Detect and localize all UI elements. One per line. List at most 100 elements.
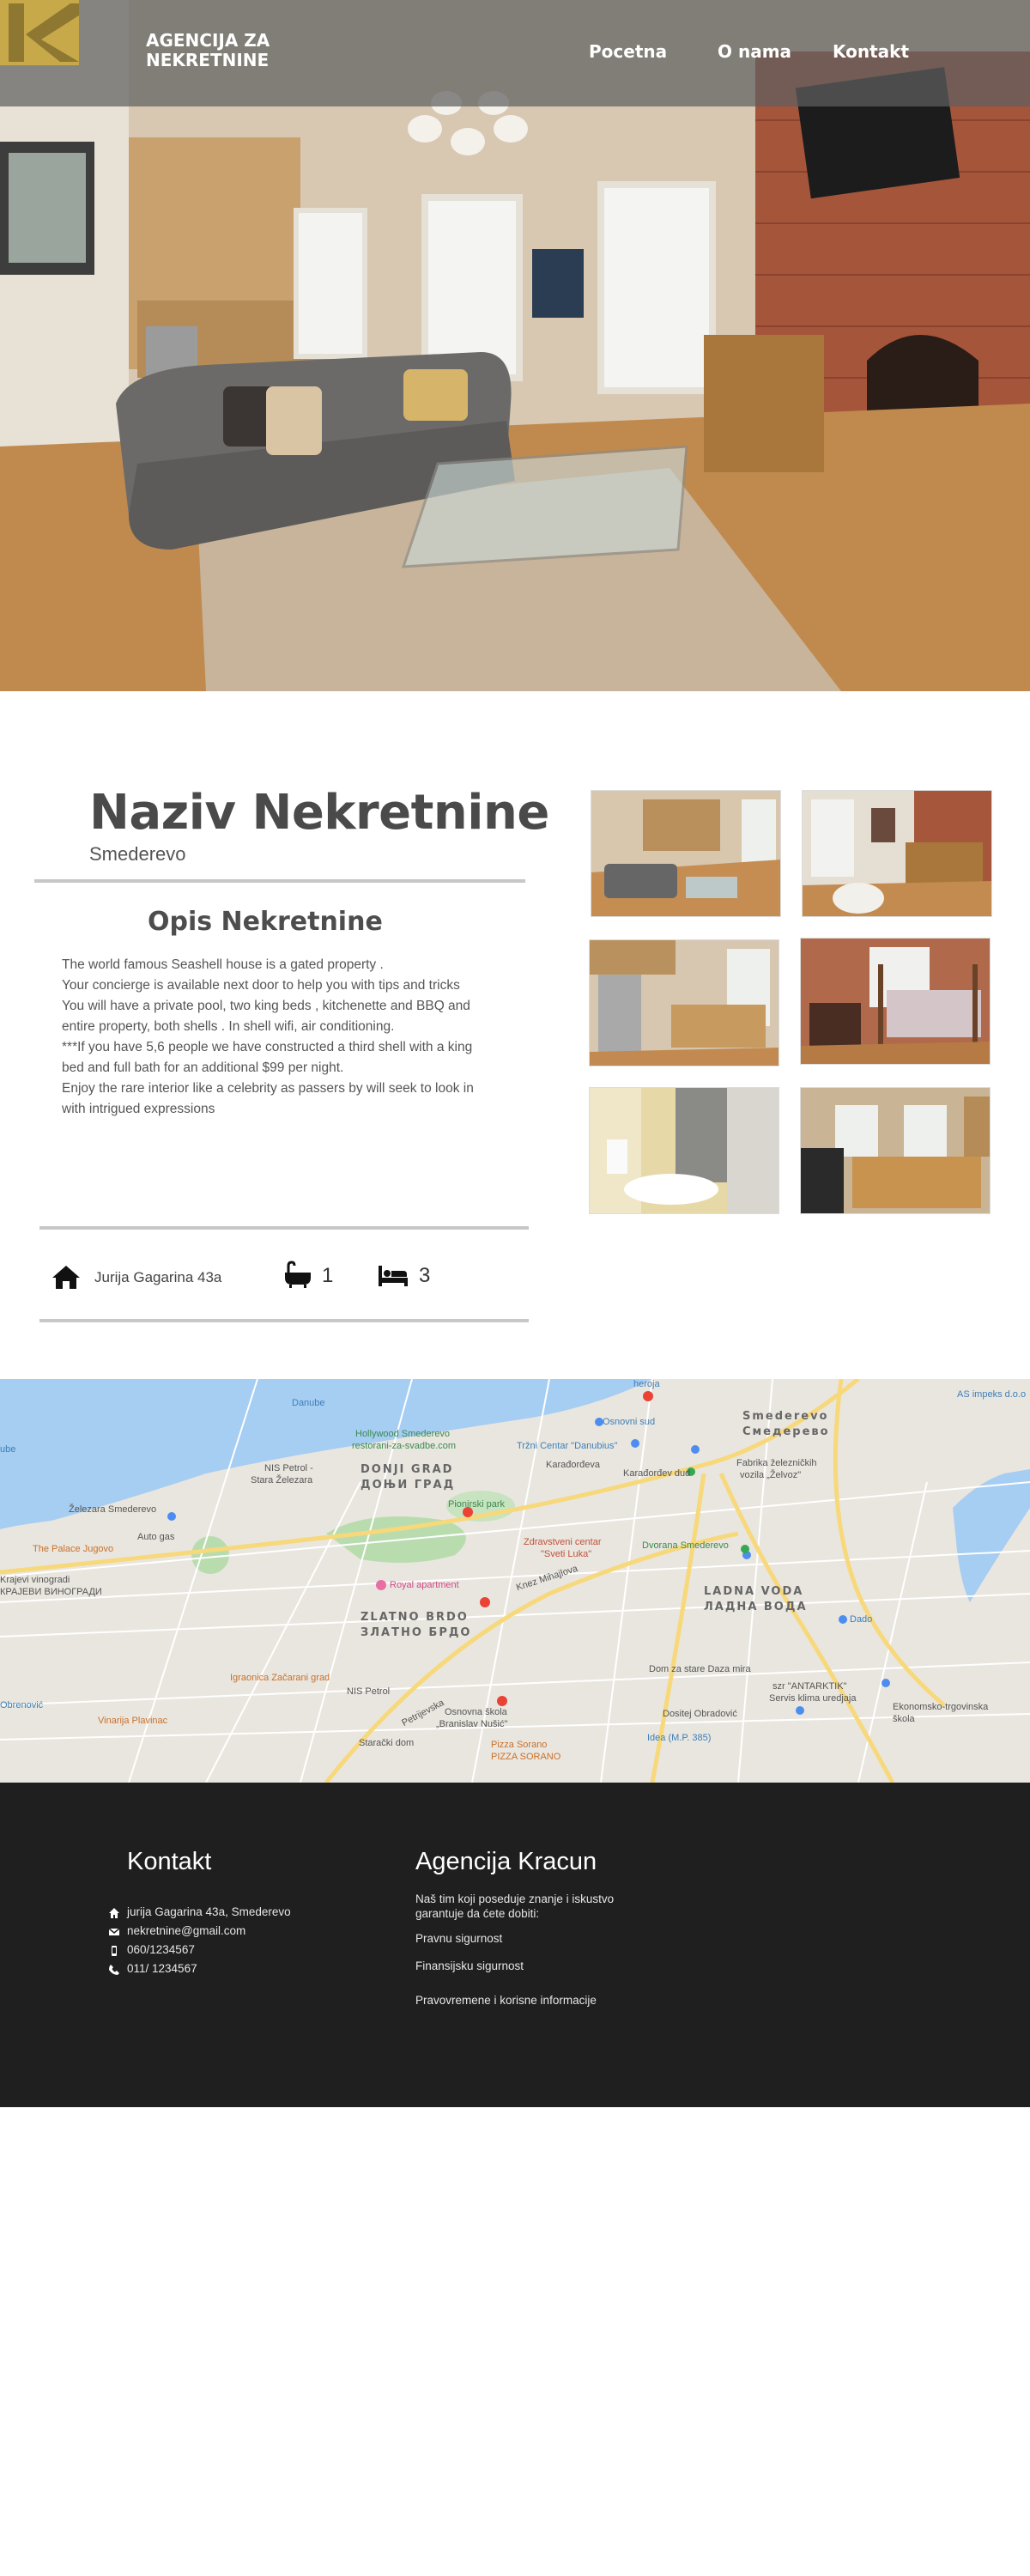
- map-label: Смедерево: [742, 1425, 830, 1438]
- footer-agency-heading: Agencija Kracun: [415, 1848, 597, 1875]
- logo-k-icon[interactable]: [0, 0, 79, 65]
- home-icon: [109, 1908, 119, 1918]
- bed-count: 3: [419, 1264, 431, 1287]
- footer-address: jurija Gagarina 43a, Smederevo: [127, 1905, 291, 1918]
- brand-line-2: NEKRETNINE: [146, 50, 270, 70]
- photo-living-kitchen: [591, 791, 780, 916]
- footer-agency-intro: Naš tim koji poseduje znanje i iskustvo: [415, 1893, 615, 1905]
- description-line: ***If you have 5,6 people we have constr…: [62, 1040, 473, 1054]
- mobile-phone-icon: [112, 1946, 117, 1956]
- footer: Kontakt jurija Gagarina 43a, Smederevo n…: [0, 1783, 1030, 2107]
- map-label: Servis klima uredjaja: [769, 1693, 857, 1704]
- gallery-thumbnail[interactable]: [591, 790, 781, 917]
- map-label: Karađorđeva: [546, 1460, 600, 1470]
- description-line: with intrigued expressions: [62, 1102, 215, 1116]
- gallery-thumbnail[interactable]: [802, 790, 992, 917]
- hero-image: AGENCIJA ZA NEKRETNINE Pocetna O nama Ko…: [0, 0, 1030, 691]
- map-label: PIZZA SORANO: [491, 1752, 561, 1762]
- map-label: Igraonica Začarani grad: [230, 1673, 330, 1683]
- map-label: Dado: [850, 1614, 873, 1625]
- footer-agency-item: Pravovremene i korisne informacije: [415, 1994, 597, 2007]
- map-label: Hollywood Smederevo: [355, 1429, 451, 1439]
- gallery-thumbnail[interactable]: [800, 1087, 991, 1214]
- property-stats: Jurija Gagarina 43a 1 3: [39, 1235, 529, 1326]
- map-label: restorani-za-svadbe.com: [352, 1441, 457, 1451]
- map-label: Osnovni sud: [603, 1417, 656, 1427]
- map-label: The Palace Jugovo: [33, 1544, 114, 1554]
- footer-phone-link[interactable]: 011/ 1234567: [127, 1962, 197, 1975]
- photo-bedroom: [801, 939, 990, 1064]
- footer-contact-heading: Kontakt: [127, 1848, 212, 1875]
- map-label: DONJI GRAD: [360, 1463, 454, 1476]
- map-label: AS impeks d.o.o: [957, 1389, 1027, 1400]
- description-line: You will have a private pool, two king b…: [62, 999, 470, 1013]
- footer-agency-item: Pravnu sigurnost: [415, 1932, 503, 1945]
- gallery-thumbnail[interactable]: [589, 939, 779, 1066]
- description-line: entire property, both shells . In shell …: [62, 1019, 395, 1034]
- map-label: Fabrika železničkih: [736, 1458, 817, 1468]
- map-label: Obrenović: [0, 1700, 44, 1710]
- property-address: Jurija Gagarina 43a: [94, 1269, 222, 1285]
- photo-brick-bedroom: [803, 791, 991, 916]
- map-label: Zdravstveni centar: [524, 1537, 602, 1547]
- map-label: heroja: [633, 1379, 660, 1389]
- property-description: The world famous Seashell house is a gat…: [62, 955, 500, 1120]
- divider: [39, 1226, 529, 1230]
- bathtub-icon: [285, 1261, 311, 1288]
- brand-name[interactable]: AGENCIJA ZA NEKRETNINE: [146, 31, 270, 70]
- map-label: Krajevi vinogradi: [0, 1575, 70, 1585]
- map-label: Karađorđev dud: [623, 1468, 691, 1479]
- map-label: Dositej Obradović: [663, 1709, 737, 1719]
- map-label: КРАЈЕВИ ВИНОГРАДИ: [0, 1587, 102, 1597]
- description-line: The world famous Seashell house is a gat…: [62, 957, 384, 972]
- map-label: „Branislav Nušić": [436, 1719, 508, 1729]
- top-navbar: AGENCIJA ZA NEKRETNINE Pocetna O nama Ko…: [0, 0, 1030, 106]
- map-label: Auto gas: [137, 1532, 175, 1542]
- map-label: ZLATNO BRDO: [360, 1611, 469, 1624]
- map-label: vozila „Želvoz": [740, 1470, 802, 1480]
- map-label: Pizza Sorano: [491, 1740, 548, 1750]
- footer-mobile-link[interactable]: 060/1234567: [127, 1943, 195, 1956]
- map-label: ube: [0, 1444, 16, 1455]
- map-label: Danube: [292, 1398, 325, 1408]
- brand-line-1: AGENCIJA ZA: [146, 30, 270, 51]
- divider: [39, 1319, 529, 1322]
- map-label: Stara Železara: [251, 1475, 313, 1485]
- map-label: Royal apartment: [390, 1580, 459, 1590]
- property-city: Smederevo: [89, 843, 186, 865]
- map-label: škola: [893, 1714, 915, 1724]
- description-heading: Opis Nekretnine: [148, 907, 383, 937]
- map-label: ЗЛАТНО БРДО: [360, 1626, 472, 1639]
- gallery-thumbnail[interactable]: [800, 938, 991, 1065]
- map-label: Smederevo: [742, 1410, 829, 1423]
- map-label: Starački dom: [359, 1738, 415, 1748]
- map-label: Železara Smederevo: [69, 1504, 157, 1515]
- page: AGENCIJA ZA NEKRETNINE Pocetna O nama Ko…: [0, 0, 1030, 2576]
- footer-email-link[interactable]: nekretnine@gmail.com: [127, 1924, 245, 1937]
- description-line: bed and full bath for an additional $99 …: [62, 1060, 344, 1075]
- gallery-thumbnail[interactable]: [589, 1087, 779, 1214]
- envelope-icon: [108, 1928, 120, 1935]
- photo-bathroom: [590, 1088, 779, 1213]
- footer-agency-intro: garantuje da ćete dobiti:: [415, 1907, 540, 1920]
- map-label: Pionirski park: [448, 1499, 506, 1510]
- map-label: Dvorana Smederevo: [642, 1540, 729, 1551]
- photo-kitchen: [590, 940, 779, 1066]
- map-label: Idea (M.P. 385): [647, 1733, 712, 1743]
- bed-icon: [379, 1266, 408, 1286]
- nav-link-o-nama[interactable]: O nama: [718, 41, 791, 62]
- map-label: ДОЊИ ГРАД: [360, 1479, 456, 1492]
- map-label: Dom za stare Dazа mira: [649, 1664, 751, 1674]
- bathroom-count: 1: [322, 1264, 334, 1287]
- map-label: LADNA VODA: [704, 1585, 804, 1598]
- map-label: Ekonomsko-trgovinska: [893, 1702, 989, 1712]
- map-label: Vinarija Plavinac: [98, 1716, 168, 1726]
- location-map[interactable]: Danube ube heroja Smederevo Смедерево AS…: [0, 1379, 1030, 1783]
- divider: [34, 879, 525, 883]
- map-label: Osnovna škola: [445, 1707, 507, 1717]
- property-title: Naziv Nekretnine: [89, 785, 549, 841]
- description-line: Enjoy the rare interior like a celebrity…: [62, 1081, 474, 1096]
- nav-link-pocetna[interactable]: Pocetna: [589, 41, 667, 62]
- nav-link-kontakt[interactable]: Kontakt: [833, 41, 909, 62]
- home-icon: [52, 1266, 80, 1289]
